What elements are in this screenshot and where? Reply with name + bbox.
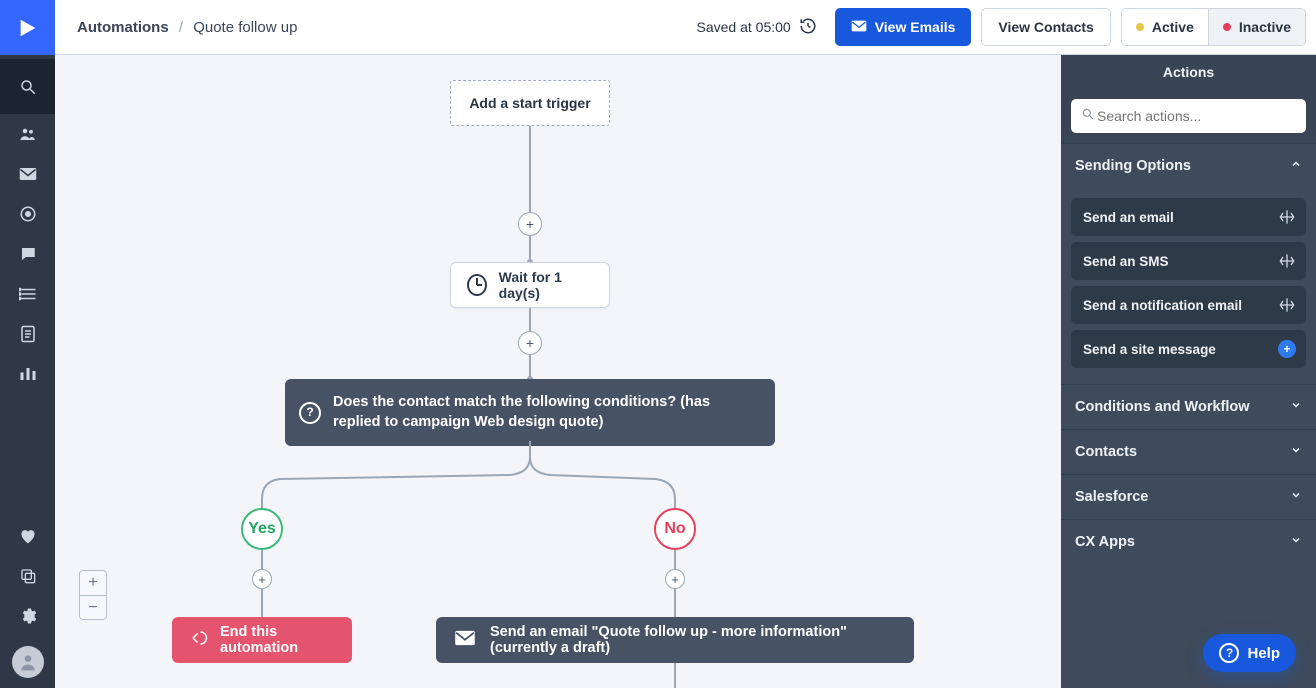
action-label: Send a site message — [1083, 342, 1216, 357]
nav-conversations[interactable] — [0, 234, 55, 274]
chevron-down-icon — [1290, 444, 1302, 460]
section-title: CX Apps — [1075, 534, 1135, 550]
branch-no[interactable]: No — [654, 508, 696, 550]
status-active-label: Active — [1152, 19, 1194, 35]
section-cx-apps-header[interactable]: CX Apps — [1061, 520, 1316, 564]
section-contacts: Contacts — [1061, 429, 1316, 474]
connector — [261, 589, 263, 617]
section-title: Sending Options — [1075, 158, 1191, 174]
status-inactive-dot — [1223, 23, 1231, 31]
rail-top-group — [0, 59, 55, 394]
search-icon — [1081, 107, 1095, 126]
section-title: Salesforce — [1075, 489, 1148, 505]
section-cx-apps: CX Apps — [1061, 519, 1316, 564]
end-automation-node[interactable]: End this automation — [172, 617, 352, 663]
drag-handle-icon — [1278, 208, 1296, 226]
status-active-dot — [1136, 23, 1144, 31]
zoom-controls: + − — [79, 570, 107, 620]
brand-logo[interactable] — [0, 0, 55, 55]
end-icon — [190, 629, 208, 651]
branch-yes[interactable]: Yes — [241, 508, 283, 550]
nav-favorites[interactable] — [0, 516, 55, 556]
add-step-no[interactable]: + — [665, 569, 685, 589]
drag-handle-icon — [1278, 296, 1296, 314]
nav-settings[interactable] — [0, 596, 55, 636]
section-conditions-header[interactable]: Conditions and Workflow — [1061, 385, 1316, 429]
drag-handle-icon — [1278, 252, 1296, 270]
add-action-icon[interactable]: + — [1278, 340, 1296, 358]
zoom-out-button[interactable]: − — [80, 595, 106, 619]
view-contacts-button[interactable]: View Contacts — [981, 8, 1110, 46]
mail-icon — [454, 630, 476, 650]
end-automation-label: End this automation — [220, 624, 334, 656]
status-inactive-label: Inactive — [1239, 19, 1291, 35]
action-send-sms[interactable]: Send an SMS — [1071, 242, 1306, 280]
branch-no-label: No — [664, 520, 685, 538]
actions-search-wrap — [1061, 89, 1316, 143]
branch-yes-label: Yes — [248, 520, 276, 538]
branch-connector — [55, 55, 1061, 688]
nav-automations[interactable] — [0, 194, 55, 234]
top-bar: Automations / Quote follow up Saved at 0… — [55, 0, 1316, 55]
status-toggle: Active Inactive — [1121, 8, 1306, 46]
chevron-down-icon — [1290, 399, 1302, 415]
section-conditions: Conditions and Workflow — [1061, 384, 1316, 429]
action-label: Send a notification email — [1083, 298, 1242, 313]
section-title: Conditions and Workflow — [1075, 399, 1250, 415]
send-email-label: Send an email "Quote follow up - more in… — [490, 624, 896, 656]
connector — [674, 550, 676, 570]
user-avatar[interactable] — [12, 646, 44, 678]
action-label: Send an email — [1083, 210, 1174, 225]
nav-lists[interactable] — [0, 274, 55, 314]
view-emails-label: View Emails — [875, 19, 956, 35]
history-icon[interactable] — [799, 17, 817, 38]
section-title: Contacts — [1075, 444, 1137, 460]
flow-canvas[interactable]: Add a start trigger + Wait for 1 day(s) … — [55, 55, 1061, 688]
nav-contacts[interactable] — [0, 114, 55, 154]
saved-text: Saved at 05:00 — [697, 19, 791, 35]
saved-status: Saved at 05:00 — [697, 17, 817, 38]
help-button[interactable]: ? Help — [1203, 634, 1296, 672]
nav-mail[interactable] — [0, 154, 55, 194]
breadcrumb-separator: / — [179, 19, 183, 36]
mail-icon — [851, 19, 867, 35]
send-email-node[interactable]: Send an email "Quote follow up - more in… — [436, 617, 914, 663]
actions-panel-title: Actions — [1061, 55, 1316, 89]
chevron-down-icon — [1290, 489, 1302, 505]
view-emails-button[interactable]: View Emails — [835, 8, 972, 46]
nav-pages[interactable] — [0, 314, 55, 354]
section-contacts-header[interactable]: Contacts — [1061, 430, 1316, 474]
action-send-email[interactable]: Send an email — [1071, 198, 1306, 236]
connector — [674, 663, 676, 688]
chevron-up-icon — [1290, 158, 1302, 174]
section-sending-options-header[interactable]: Sending Options — [1061, 144, 1316, 188]
section-sending-options: Sending Options Send an email Send an SM… — [1061, 143, 1316, 384]
nav-copy[interactable] — [0, 556, 55, 596]
status-inactive[interactable]: Inactive — [1208, 9, 1305, 45]
action-send-notification[interactable]: Send a notification email — [1071, 286, 1306, 324]
nav-reports[interactable] — [0, 354, 55, 394]
section-salesforce-header[interactable]: Salesforce — [1061, 475, 1316, 519]
breadcrumb-leaf: Quote follow up — [193, 19, 297, 36]
connector — [261, 550, 263, 570]
connector — [674, 589, 676, 617]
breadcrumb-root[interactable]: Automations — [77, 19, 169, 36]
status-active[interactable]: Active — [1122, 9, 1208, 45]
rail-bottom-group — [0, 516, 55, 688]
help-icon: ? — [1219, 643, 1239, 663]
action-label: Send an SMS — [1083, 254, 1169, 269]
action-send-site-message[interactable]: Send a site message + — [1071, 330, 1306, 368]
actions-panel: Actions Sending Options Send an email Se… — [1061, 55, 1316, 688]
add-step-yes[interactable]: + — [252, 569, 272, 589]
actions-search-input[interactable] — [1095, 107, 1296, 125]
chevron-down-icon — [1290, 534, 1302, 550]
section-salesforce: Salesforce — [1061, 474, 1316, 519]
nav-search[interactable] — [0, 59, 55, 114]
help-label: Help — [1247, 645, 1280, 662]
left-nav-rail — [0, 0, 55, 688]
breadcrumb: Automations / Quote follow up — [77, 19, 297, 36]
zoom-in-button[interactable]: + — [80, 571, 106, 595]
